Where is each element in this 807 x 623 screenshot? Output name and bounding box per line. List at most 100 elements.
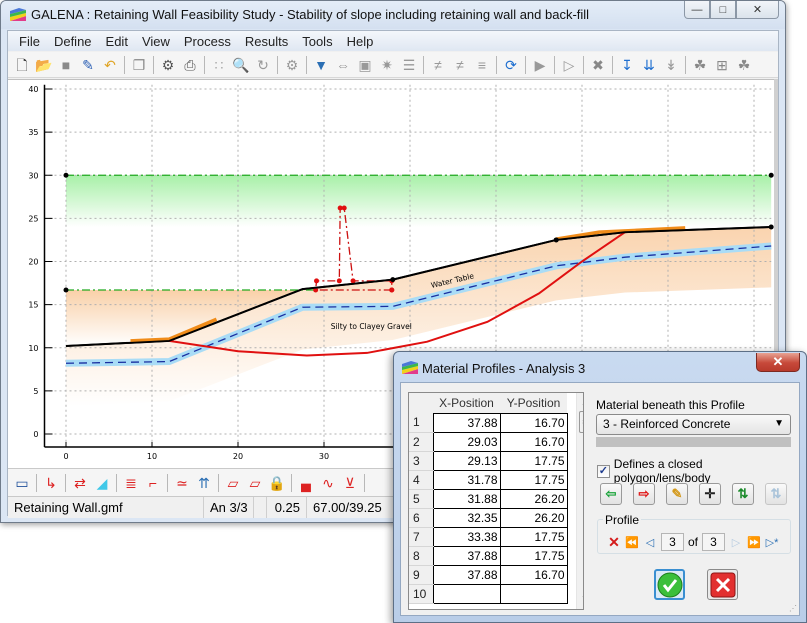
filter-button[interactable]: ▼: [310, 54, 332, 76]
refresh-button[interactable]: ↻: [252, 54, 274, 76]
next-profile-icon[interactable]: ▷: [729, 536, 743, 549]
menu-tools[interactable]: Tools: [295, 34, 339, 49]
table-row[interactable]: 6 32.35 26.20: [409, 507, 568, 528]
x-position-cell[interactable]: 37.88: [432, 545, 501, 566]
swap-button[interactable]: ⇄: [69, 472, 91, 494]
save-as-button[interactable]: ✎: [77, 54, 99, 76]
maximize-button[interactable]: □: [710, 1, 736, 19]
axes-button[interactable]: ↳: [40, 472, 62, 494]
table-button[interactable]: ⊞: [711, 54, 733, 76]
edit-button[interactable]: ✎: [666, 483, 688, 505]
y-position-cell[interactable]: 16.70: [499, 412, 568, 433]
ok-button[interactable]: [654, 569, 685, 600]
swap-button[interactable]: ⇅: [732, 483, 754, 505]
minimize-button[interactable]: —: [684, 1, 710, 19]
grid-button[interactable]: ∷: [208, 54, 230, 76]
menu-edit[interactable]: Edit: [99, 34, 135, 49]
previous-profile-icon[interactable]: ◁: [643, 536, 657, 549]
table-row[interactable]: 5 31.88 26.20: [409, 488, 568, 509]
x-position-cell[interactable]: 29.13: [432, 450, 501, 471]
closed-polygon-checkbox[interactable]: ✓: [597, 464, 610, 478]
last-profile-icon[interactable]: ⏩: [747, 536, 761, 549]
x-position-cell[interactable]: 29.03: [432, 431, 501, 452]
insert-after-button[interactable]: ⇨: [633, 483, 655, 505]
move-point-button[interactable]: ✛: [699, 483, 721, 505]
reinforcement-button[interactable]: ⊻: [339, 472, 361, 494]
layers-button[interactable]: ▣: [354, 54, 376, 76]
print-button[interactable]: ⎙: [179, 54, 201, 76]
dialog-title-bar[interactable]: Material Profiles - Analysis 3 ✕: [394, 352, 806, 382]
sort-sum-button[interactable]: ↡: [660, 54, 682, 76]
grid-scrollbar[interactable]: ▲ ≡ ▼: [576, 393, 583, 609]
surcharge-button[interactable]: ▄: [295, 472, 317, 494]
save-button[interactable]: ■: [55, 54, 77, 76]
report-close-button[interactable]: ☘: [733, 54, 755, 76]
piezometric-button[interactable]: ⇈: [193, 472, 215, 494]
table-row[interactable]: 9 37.88 16.70: [409, 564, 568, 585]
x-position-cell[interactable]: 37.88: [432, 412, 501, 433]
x-position-cell[interactable]: 31.78: [432, 469, 501, 490]
light-button[interactable]: ✷: [376, 54, 398, 76]
sort-list-button[interactable]: ↧: [616, 54, 638, 76]
x-position-cell[interactable]: 33.38: [432, 526, 501, 547]
y-position-cell[interactable]: 16.70: [499, 431, 568, 452]
y-position-cell[interactable]: 17.75: [499, 450, 568, 471]
menu-results[interactable]: Results: [238, 34, 295, 49]
y-position-cell[interactable]: 26.20: [499, 507, 568, 528]
scroll-up-icon[interactable]: ▲: [577, 395, 583, 411]
x-position-cell[interactable]: 31.88: [432, 488, 501, 509]
x-position-cell[interactable]: 37.88: [432, 564, 501, 585]
x-position-cell[interactable]: 32.35: [432, 507, 501, 528]
seismic-button[interactable]: ∿: [317, 472, 339, 494]
run-all-button[interactable]: ▷: [558, 54, 580, 76]
edit-strata-button[interactable]: ≠: [449, 54, 471, 76]
fit-width-button[interactable]: ⇔: [332, 54, 354, 76]
insert-before-button[interactable]: ⇦: [600, 483, 622, 505]
delete-button[interactable]: ✖: [587, 54, 609, 76]
resize-grip-icon[interactable]: ⋰: [789, 604, 797, 613]
menu-help[interactable]: Help: [340, 34, 381, 49]
table-row[interactable]: 8 37.88 17.75: [409, 545, 568, 566]
settings-button[interactable]: ⚙: [281, 54, 303, 76]
menu-view[interactable]: View: [135, 34, 177, 49]
menu-process[interactable]: Process: [177, 34, 238, 49]
x-position-cell[interactable]: [432, 583, 501, 604]
profile-line-button[interactable]: ⌐: [142, 472, 164, 494]
table-row[interactable]: 4 31.78 17.75: [409, 469, 568, 490]
y-position-cell[interactable]: 17.75: [499, 545, 568, 566]
grid-header-y[interactable]: Y-Position: [500, 393, 567, 413]
reverse-button[interactable]: ⇅: [765, 483, 787, 505]
strata-button[interactable]: ≡: [471, 54, 493, 76]
y-position-cell[interactable]: 17.75: [499, 526, 568, 547]
y-position-cell[interactable]: [499, 583, 568, 604]
table-row[interactable]: 3 29.13 17.75: [409, 450, 568, 471]
scroll-thumb[interactable]: ≡: [579, 411, 583, 433]
scroll-down-icon[interactable]: ▼: [577, 591, 583, 607]
zoom-button[interactable]: 🔍: [230, 54, 252, 76]
print-preview-button[interactable]: ⚙: [157, 54, 179, 76]
rerun-button[interactable]: ⟳: [500, 54, 522, 76]
water-slope-button[interactable]: ◢: [91, 472, 113, 494]
y-position-cell[interactable]: 17.75: [499, 469, 568, 490]
material-select[interactable]: 3 - Reinforced Concrete ▼: [596, 414, 791, 435]
not-equal-button[interactable]: ≠: [427, 54, 449, 76]
profile-current-field[interactable]: 3: [661, 533, 684, 551]
new-file-button[interactable]: 🗋: [11, 54, 33, 76]
table-row[interactable]: 1 37.88 16.70: [409, 412, 568, 433]
first-profile-icon[interactable]: ⏪: [625, 536, 639, 549]
close-button[interactable]: ✕: [736, 1, 779, 19]
water-table-button[interactable]: ≃: [171, 472, 193, 494]
open-recent-button[interactable]: ↶: [99, 54, 121, 76]
cancel-button[interactable]: [707, 569, 738, 600]
table-row[interactable]: 10: [409, 583, 568, 604]
dialog-close-button[interactable]: ✕: [756, 353, 800, 372]
menu-define[interactable]: Define: [47, 34, 99, 49]
body-button[interactable]: ▱: [222, 472, 244, 494]
grid-header-x[interactable]: X-Position: [433, 393, 500, 413]
y-position-cell[interactable]: 26.20: [499, 488, 568, 509]
run-button[interactable]: ▶: [529, 54, 551, 76]
menu-file[interactable]: File: [12, 34, 47, 49]
table-row[interactable]: 7 33.38 17.75: [409, 526, 568, 547]
table-row[interactable]: 2 29.03 16.70: [409, 431, 568, 452]
open-folder-button[interactable]: 📂: [33, 54, 55, 76]
